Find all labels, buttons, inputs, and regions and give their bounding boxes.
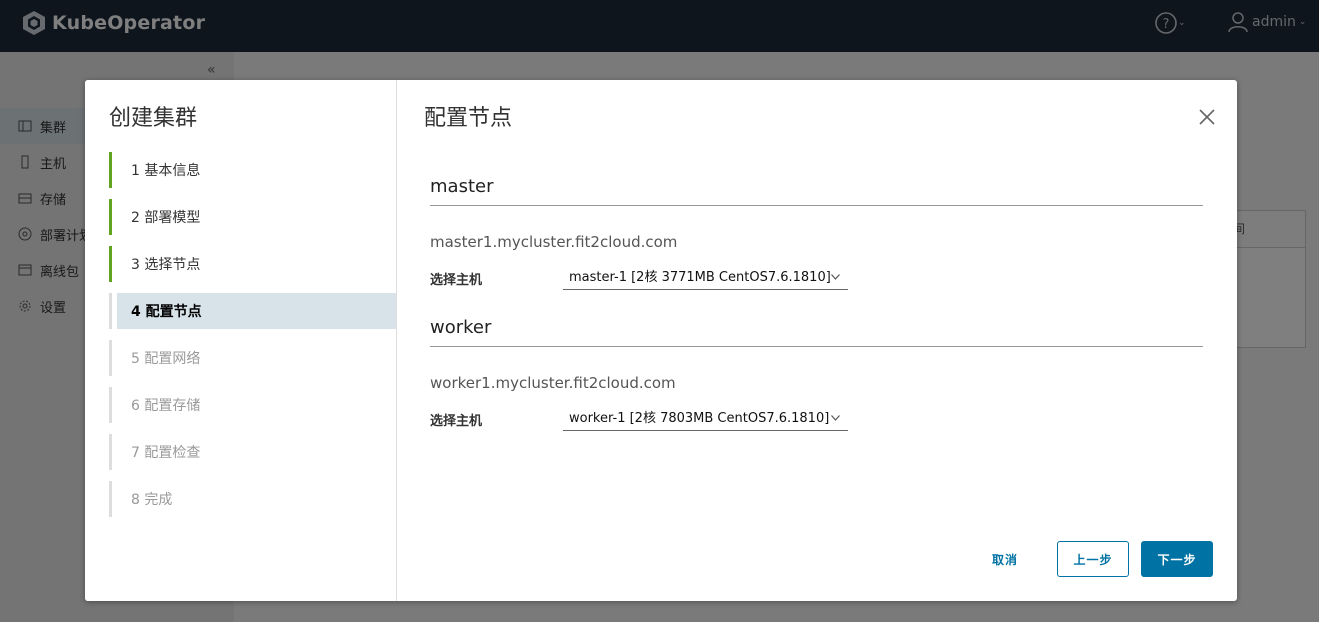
step-label: 7 配置检查 [131, 445, 201, 461]
wizard-step-select-nodes[interactable]: 3 选择节点 [109, 246, 396, 282]
create-cluster-wizard: 创建集群 1 基本信息 2 部署模型 3 选择节点 4 配置节点 5 配置网络 … [85, 80, 1237, 601]
wizard-step-configure-nodes[interactable]: 4 配置节点 [109, 293, 396, 329]
wizard-step-finish: 8 完成 [109, 481, 396, 517]
node-hostname: worker1.mycluster.fit2cloud.com [430, 374, 676, 392]
wizard-step-configure-storage: 6 配置存储 [109, 387, 396, 423]
wizard-footer: 取消 上一步 下一步 [397, 541, 1237, 577]
select-value: worker-1 [2核 7803MB CentOS7.6.1810] [569, 411, 830, 426]
host-select[interactable]: master-1 [2核 3771MB CentOS7.6.1810] [563, 266, 848, 290]
step-label: 2 部署模型 [131, 210, 201, 226]
chevron-down-icon [831, 274, 840, 280]
next-button[interactable]: 下一步 [1141, 541, 1213, 577]
master-section: master master1.mycluster.fit2cloud.com 选… [430, 176, 1203, 290]
node-hostname: master1.mycluster.fit2cloud.com [430, 233, 678, 251]
wizard-steps: 1 基本信息 2 部署模型 3 选择节点 4 配置节点 5 配置网络 6 配置存… [109, 152, 396, 528]
field-label: 选择主机 [430, 272, 483, 288]
section-title: worker [430, 317, 1203, 347]
step-label: 8 完成 [131, 492, 173, 508]
host-select[interactable]: worker-1 [2核 7803MB CentOS7.6.1810] [563, 407, 848, 431]
wizard-content: 配置节点 master master1.mycluster.fit2cloud.… [397, 80, 1237, 601]
wizard-step-basic-info[interactable]: 1 基本信息 [109, 152, 396, 188]
step-label: 4 配置节点 [131, 304, 202, 320]
select-value: master-1 [2核 3771MB CentOS7.6.1810] [569, 270, 831, 285]
step-label: 3 选择节点 [131, 257, 201, 273]
previous-button[interactable]: 上一步 [1057, 541, 1129, 577]
page-title: 配置节点 [424, 106, 513, 131]
host-select-field: 选择主机 master-1 [2核 3771MB CentOS7.6.1810] [430, 266, 1203, 290]
worker-section: worker worker1.mycluster.fit2cloud.com 选… [430, 317, 1203, 431]
step-label: 6 配置存储 [131, 398, 201, 414]
section-title: master [430, 176, 1203, 206]
host-select-field: 选择主机 worker-1 [2核 7803MB CentOS7.6.1810] [430, 407, 1203, 431]
step-label: 1 基本信息 [131, 163, 201, 179]
chevron-down-icon [831, 415, 840, 421]
step-label: 5 配置网络 [131, 351, 201, 367]
wizard-stepnav: 创建集群 1 基本信息 2 部署模型 3 选择节点 4 配置节点 5 配置网络 … [85, 80, 397, 601]
wizard-step-deploy-model[interactable]: 2 部署模型 [109, 199, 396, 235]
wizard-title: 创建集群 [109, 106, 198, 131]
wizard-step-configure-check: 7 配置检查 [109, 434, 396, 470]
cancel-button[interactable]: 取消 [969, 541, 1041, 577]
close-icon[interactable] [1197, 107, 1217, 127]
field-label: 选择主机 [430, 413, 483, 429]
wizard-step-configure-network: 5 配置网络 [109, 340, 396, 376]
